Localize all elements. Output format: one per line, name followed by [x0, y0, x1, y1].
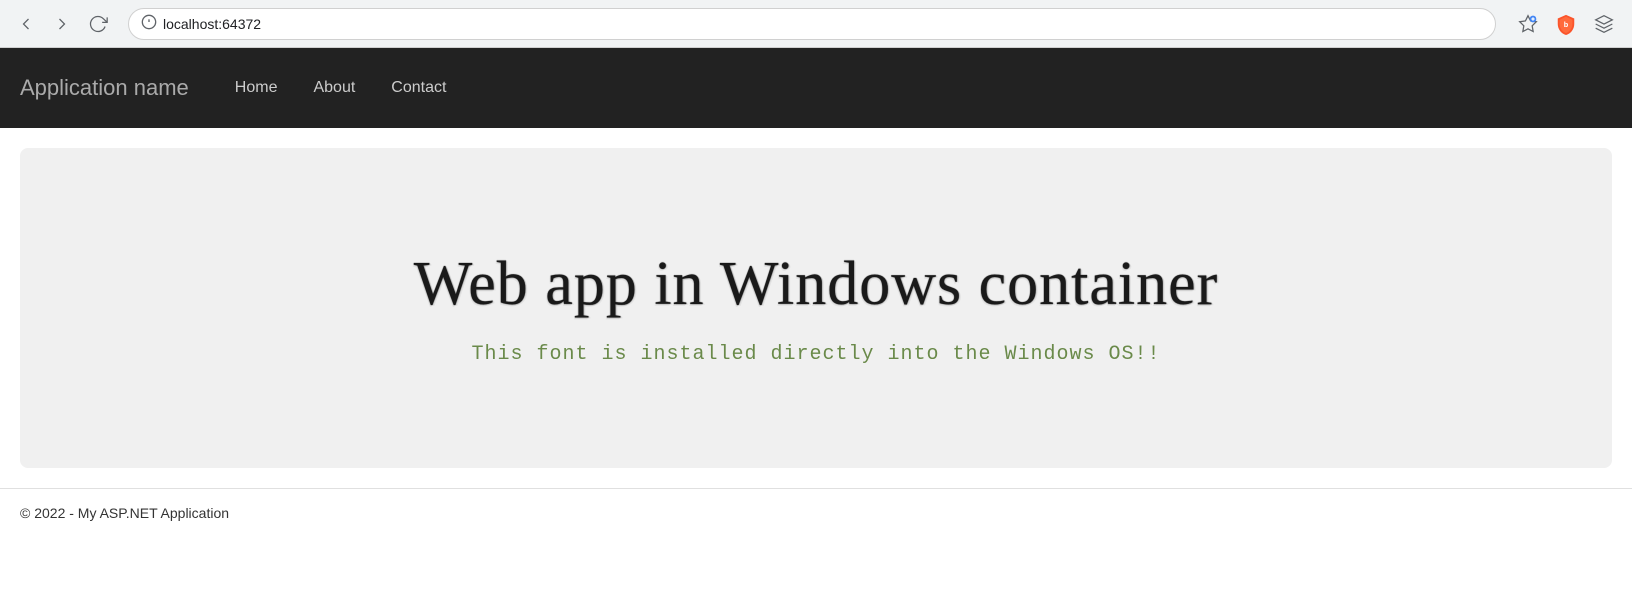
svg-text:b: b [1564, 19, 1569, 28]
nav-link-about[interactable]: About [297, 71, 371, 105]
nav-link-contact[interactable]: Contact [375, 71, 462, 105]
footer-text: © 2022 - My ASP.NET Application [20, 505, 229, 521]
extensions-button[interactable] [1588, 8, 1620, 40]
navbar-brand[interactable]: Application name [20, 75, 189, 101]
info-icon [141, 14, 157, 33]
footer: © 2022 - My ASP.NET Application [0, 488, 1632, 539]
forward-button[interactable] [48, 10, 76, 38]
back-button[interactable] [12, 10, 40, 38]
nav-link-home[interactable]: Home [219, 71, 294, 105]
hero-title: Web app in Windows container [414, 250, 1219, 318]
address-bar[interactable]: localhost:64372 [128, 8, 1496, 40]
brave-shield-button[interactable]: b [1550, 8, 1582, 40]
navbar-links: Home About Contact [219, 71, 463, 105]
hero-section: Web app in Windows container This font i… [20, 148, 1612, 468]
browser-actions: b [1512, 8, 1620, 40]
navbar: Application name Home About Contact [0, 48, 1632, 128]
url-text: localhost:64372 [163, 16, 261, 32]
reload-button[interactable] [84, 10, 112, 38]
browser-chrome: localhost:64372 b [0, 0, 1632, 48]
bookmark-star-button[interactable] [1512, 8, 1544, 40]
hero-subtitle: This font is installed directly into the… [471, 343, 1160, 366]
